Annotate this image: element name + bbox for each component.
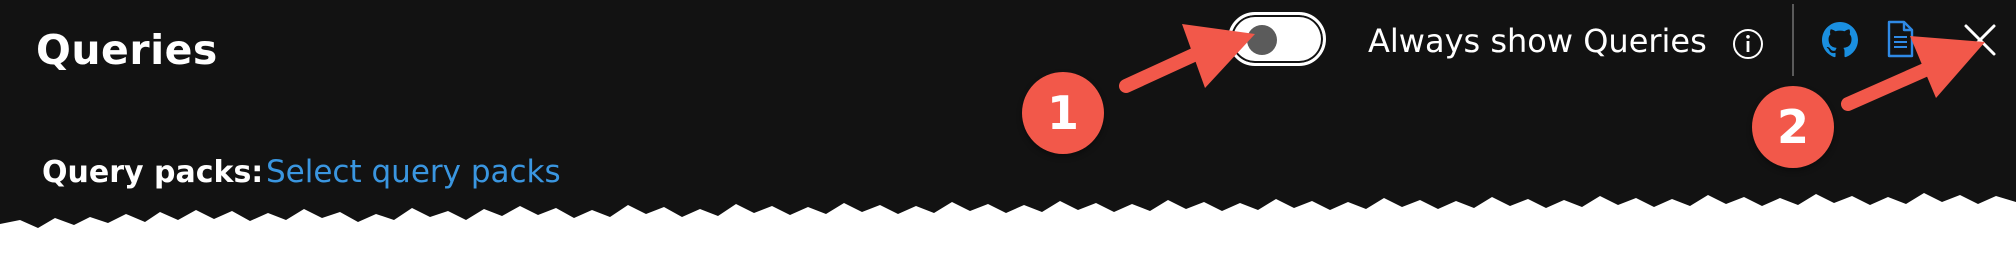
close-icon[interactable] [1962, 22, 1998, 58]
torn-edge [0, 193, 2016, 278]
toggle-knob [1247, 25, 1277, 55]
always-show-queries-toggle[interactable] [1228, 12, 1326, 66]
select-query-packs-link[interactable]: Select query packs [266, 154, 561, 190]
always-show-queries-label: Always show Queries [1368, 22, 1707, 60]
callout-1: 1 [1022, 72, 1104, 154]
query-packs-label: Query packs: [42, 155, 264, 190]
toolbar-divider [1792, 4, 1794, 76]
panel-title: Queries [36, 26, 218, 74]
callout-2: 2 [1752, 86, 1834, 168]
github-icon[interactable] [1822, 22, 1858, 58]
document-icon[interactable] [1884, 20, 1916, 58]
info-icon[interactable] [1731, 27, 1765, 61]
